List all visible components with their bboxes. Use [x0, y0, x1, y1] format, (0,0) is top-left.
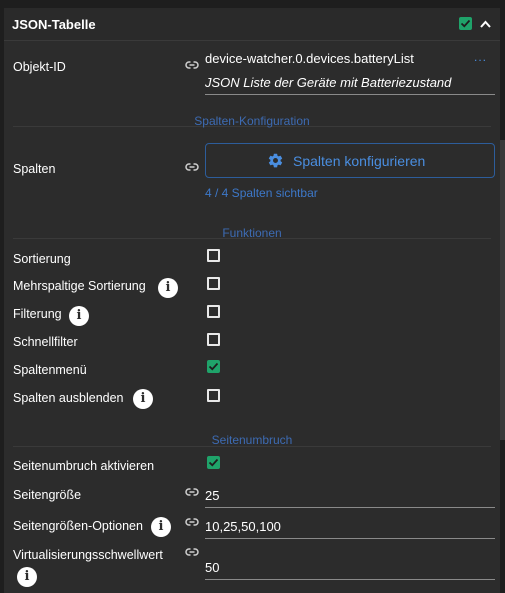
panel-enable-checkbox[interactable] [459, 17, 472, 30]
info-icon[interactable]: i [151, 517, 171, 537]
columns-label: Spalten [13, 162, 56, 176]
info-icon[interactable]: i [158, 278, 178, 298]
quick-filter-label: Schnellfilter [13, 335, 78, 349]
filtering-checkbox[interactable] [207, 305, 220, 318]
link-icon[interactable] [185, 160, 199, 174]
page-size-options-underline [205, 538, 495, 539]
json-table-panel: JSON-Tabelle Objekt-ID device-watcher.0.… [4, 8, 500, 593]
link-icon[interactable] [185, 515, 199, 529]
multi-sort-checkbox[interactable] [207, 277, 220, 290]
page-size-options-field[interactable]: 10,25,50,100 [205, 519, 281, 534]
sorting-label: Sortierung [13, 252, 71, 266]
page-size-underline [205, 507, 495, 508]
object-id-browse-button[interactable]: ... [474, 50, 487, 64]
multi-sort-label: Mehrspaltige Sortierung [13, 279, 146, 293]
section-heading-pagination: Seitenumbruch [211, 433, 293, 447]
page-size-label: Seitengröße [13, 488, 82, 502]
pagination-enable-checkbox[interactable] [207, 456, 220, 469]
panel-title: JSON-Tabelle [12, 17, 96, 32]
info-icon[interactable]: i [17, 567, 37, 587]
section-heading-columns: Spalten-Konfiguration [194, 114, 310, 128]
sorting-checkbox[interactable] [207, 249, 220, 262]
gear-icon [268, 153, 283, 168]
info-icon[interactable]: i [133, 389, 153, 409]
object-id-label: Objekt-ID [13, 60, 66, 74]
object-id-description: JSON Liste der Geräte mit Batteriezustan… [205, 75, 452, 90]
virtualization-field[interactable]: 50 [205, 560, 219, 575]
configure-columns-label: Spalten konfigurieren [293, 153, 426, 169]
page-size-field[interactable]: 25 [205, 488, 219, 503]
link-icon[interactable] [185, 545, 199, 559]
section-heading-functions: Funktionen [222, 226, 282, 240]
virtualization-underline [205, 579, 495, 580]
object-id-underline [205, 94, 495, 95]
column-menu-checkbox[interactable] [207, 360, 220, 373]
chevron-up-icon[interactable] [479, 18, 492, 31]
hide-columns-checkbox[interactable] [207, 389, 220, 402]
columns-visible-count: 4 / 4 Spalten sichtbar [205, 186, 318, 200]
column-menu-label: Spaltenmenü [13, 363, 87, 377]
scrollbar-thumb[interactable] [500, 140, 505, 440]
panel-header: JSON-Tabelle [4, 8, 500, 41]
link-icon[interactable] [185, 58, 199, 72]
object-id-field[interactable]: device-watcher.0.devices.batteryList [205, 51, 414, 66]
filtering-label: Filterung [13, 307, 62, 321]
info-icon[interactable]: i [69, 306, 89, 326]
virtualization-label: Virtualisierungsschwellwert [13, 548, 163, 562]
pagination-enable-label: Seitenumbruch aktivieren [13, 459, 155, 473]
configure-columns-button[interactable]: Spalten konfigurieren [205, 143, 495, 178]
page-size-options-label: Seitengrößen-Optionen [13, 519, 143, 533]
link-icon[interactable] [185, 485, 199, 499]
quick-filter-checkbox[interactable] [207, 333, 220, 346]
hide-columns-label: Spalten ausblenden [13, 391, 124, 405]
